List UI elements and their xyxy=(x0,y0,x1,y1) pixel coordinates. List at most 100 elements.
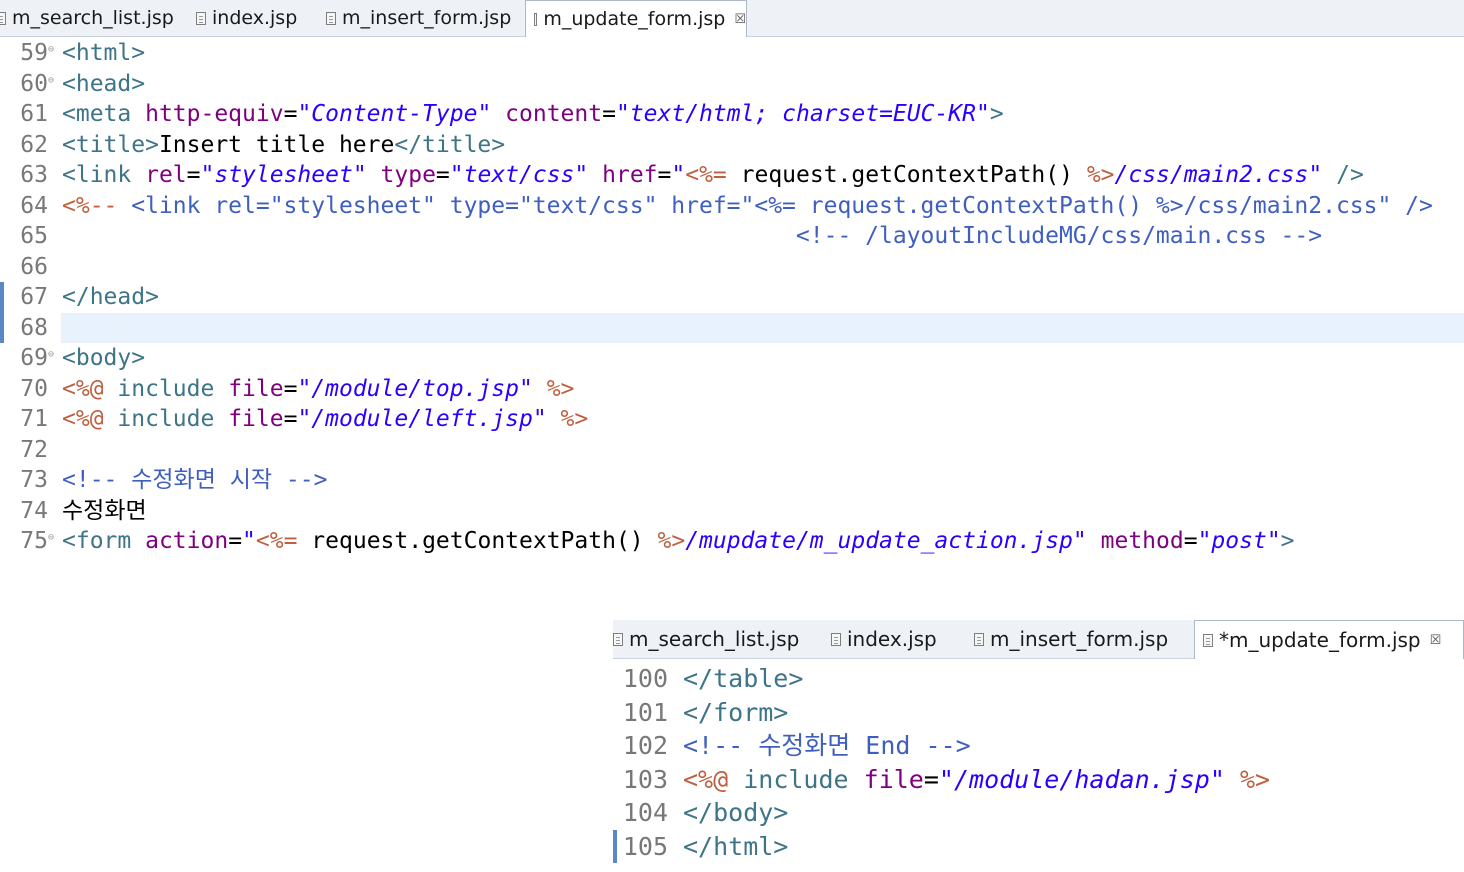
code-line[interactable]: 60 ⊖ <head> xyxy=(0,69,1464,100)
line-number: 68 xyxy=(20,314,48,341)
fold-toggle-icon[interactable]: ⊖ xyxy=(48,340,54,371)
code-token: %> xyxy=(657,528,686,554)
tab-m-insert-form[interactable]: m_insert_form.jsp xyxy=(326,0,511,36)
code-line[interactable]: 59 ⊖ <html> xyxy=(0,38,1464,69)
fold-toggle-icon[interactable]: ⊖ xyxy=(48,35,54,66)
code-token: "Content-Type" xyxy=(297,101,492,127)
code-token: <!-- 수정화면 End --> xyxy=(683,731,971,760)
code-text: <!-- 수정화면 End --> xyxy=(683,729,971,763)
code-token: <%= xyxy=(685,162,727,188)
code-line[interactable]: 102 <!-- 수정화면 End --> xyxy=(613,729,1464,763)
jsp-file-icon xyxy=(326,11,336,25)
code-line[interactable]: 72 xyxy=(0,435,1464,466)
code-token: Insert title here xyxy=(158,131,395,158)
line-number: 73 xyxy=(20,467,48,493)
code-line[interactable]: 105 </html> xyxy=(613,829,1464,864)
tab-label: *m_update_form.jsp xyxy=(1219,628,1421,652)
tab-m-insert-form[interactable]: m_insert_form.jsp xyxy=(974,620,1168,658)
code-text: </html> xyxy=(683,830,788,864)
code-token: %> xyxy=(1239,764,1271,794)
code-line[interactable]: 70 <%@ include file="/module/top.jsp" %> xyxy=(0,374,1464,405)
code-line[interactable]: 101 </form> xyxy=(613,696,1464,730)
code-token: = xyxy=(923,764,939,794)
line-number: 71 xyxy=(20,406,48,432)
code-line[interactable]: 67 </head> xyxy=(0,282,1464,313)
tab-bar: m_search_list.jsp index.jsp m_insert_for… xyxy=(0,0,1464,37)
fold-toggle-icon[interactable]: ⊖ xyxy=(48,523,54,554)
code-line[interactable]: 71 <%@ include file="/module/left.jsp" %> xyxy=(0,404,1464,435)
code-token: <%@ xyxy=(62,406,104,432)
code-token: /> xyxy=(1336,162,1364,188)
code-token: %> xyxy=(1086,162,1115,188)
tab-m-update-form[interactable]: *m_update_form.jsp ☒ xyxy=(1194,620,1464,659)
jsp-file-icon xyxy=(196,11,206,25)
tab-bar: m_search_list.jsp index.jsp m_insert_for… xyxy=(613,620,1464,659)
code-token: %> xyxy=(546,375,575,402)
tab-index[interactable]: index.jsp xyxy=(196,0,297,36)
line-number: 59 xyxy=(20,40,48,66)
code-text: <meta http-equiv="Content-Type" content=… xyxy=(62,99,1004,130)
code-text: <%@ include file="/module/left.jsp" %> xyxy=(62,404,588,435)
tab-index[interactable]: index.jsp xyxy=(831,620,937,658)
code-line[interactable]: 74 수정화면 xyxy=(0,496,1464,527)
code-text: </head> xyxy=(62,282,159,313)
line-number: 103 xyxy=(622,764,668,794)
code-token: request.getContextPath() xyxy=(297,528,658,554)
code-text: <link rel="stylesheet" type="text/css" h… xyxy=(62,160,1364,191)
fold-toggle-icon[interactable]: ⊖ xyxy=(48,66,54,97)
code-line[interactable]: 61 <meta http-equiv="Content-Type" conten… xyxy=(0,99,1464,130)
line-number: 60 xyxy=(20,70,48,97)
tab-m-search-list[interactable]: m_search_list.jsp xyxy=(0,0,174,36)
code-token: rel xyxy=(145,162,187,188)
code-text: <form action="<%= request.getContextPath… xyxy=(62,526,1295,557)
code-line[interactable]: 103 <%@ include file="/module/hadan.jsp" … xyxy=(613,763,1464,797)
code-line[interactable]: 73 <!-- 수정화면 시작 --> xyxy=(0,465,1464,496)
code-line[interactable]: 63 <link rel="stylesheet" type="text/css"… xyxy=(0,160,1464,191)
code-line[interactable]: 69 ⊖ <body> xyxy=(0,343,1464,374)
code-token: <link xyxy=(62,162,146,188)
code-text: <head> xyxy=(62,69,145,100)
code-token: method xyxy=(1100,528,1184,554)
code-token: <!-- /layoutIncludeMG/css/main.css --> xyxy=(62,223,1323,249)
tab-label: m_insert_form.jsp xyxy=(342,7,512,29)
code-token: </form> xyxy=(683,697,789,727)
code-line[interactable]: 66 xyxy=(0,252,1464,283)
code-line[interactable]: 104 </body> xyxy=(613,796,1464,830)
code-token: "text/css" xyxy=(449,162,589,188)
code-token: <link rel="stylesheet" type="text/css" h… xyxy=(117,192,1433,219)
code-text: </form> xyxy=(683,696,788,730)
tab-m-search-list[interactable]: m_search_list.jsp xyxy=(613,620,799,658)
jsp-file-icon xyxy=(0,11,6,25)
code-token: include xyxy=(117,406,229,432)
code-token: </html> xyxy=(683,831,789,861)
line-number: 104 xyxy=(622,798,668,827)
code-line[interactable]: 65 <!-- /layoutIncludeMG/css/main.css --… xyxy=(0,221,1464,252)
current-line-highlight xyxy=(61,312,1464,343)
code-text: <body> xyxy=(62,343,145,374)
code-token: </body> xyxy=(683,798,789,827)
code-token: /css/main2.css" xyxy=(1114,162,1323,188)
code-token: <form xyxy=(62,528,146,554)
close-icon[interactable]: ☒ xyxy=(734,12,746,27)
tab-m-update-form[interactable]: m_update_form.jsp ☒ xyxy=(525,0,747,37)
code-line[interactable]: 64 <%-- <link rel="stylesheet" type="text… xyxy=(0,191,1464,222)
tab-label: m_insert_form.jsp xyxy=(990,627,1169,651)
code-token: = xyxy=(435,162,450,188)
code-token: " xyxy=(242,528,256,554)
tab-label: m_search_list.jsp xyxy=(629,627,800,651)
code-token: = xyxy=(1183,528,1198,554)
close-icon[interactable]: ☒ xyxy=(1430,633,1442,648)
code-token: = xyxy=(228,528,243,554)
code-line[interactable]: 62 <title>Insert title here</title> xyxy=(0,130,1464,161)
code-line[interactable]: 100 </table> xyxy=(613,662,1464,696)
editor-bottom: m_search_list.jsp index.jsp m_insert_for… xyxy=(613,620,1464,872)
code-line[interactable]: 68 xyxy=(0,312,1464,343)
jsp-file-icon xyxy=(613,632,623,646)
code-line[interactable]: 75 ⊖ <form action="<%= request.getContextP… xyxy=(0,526,1464,557)
code-token: > xyxy=(1280,528,1295,554)
code-token: type xyxy=(380,162,436,188)
